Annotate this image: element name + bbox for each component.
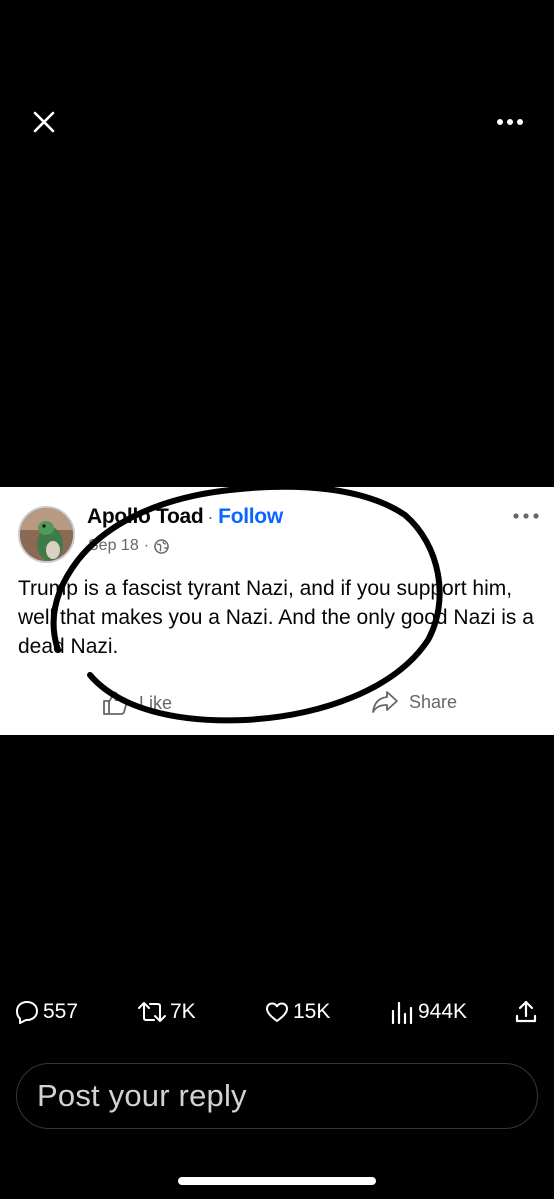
post-text: Trump is a fascist tyrant Nazi, and if y… [18,577,534,658]
like-count: 15K [293,1000,331,1023]
view-count: 944K [418,1000,468,1023]
reply-count: 557 [43,1000,79,1023]
view-count-button[interactable]: 944K [389,996,467,1028]
post-date[interactable]: Sep 18 [88,537,139,555]
repost-count: 7K [170,1000,196,1023]
bar-chart-icon [391,1001,413,1025]
upload-share-icon [515,1000,537,1023]
share-arrow-icon [372,691,398,713]
author-name[interactable]: Apollo Toad [87,505,204,528]
post-meta: Sep 18 · [88,537,169,555]
repost-count-button[interactable]: 7K [137,996,196,1028]
close-icon [33,111,55,133]
home-indicator[interactable] [178,1177,376,1185]
follow-link[interactable]: Follow [218,505,283,528]
comment-bubble-icon [16,1001,38,1024]
share-action[interactable]: Share [371,690,457,714]
author-separator: · [207,507,214,527]
like-action[interactable]: Like [102,690,172,716]
date-separator: · [143,537,150,554]
post-card-more-button[interactable] [509,506,543,526]
reply-input[interactable]: Post your reply [16,1063,538,1129]
author-avatar [18,506,75,563]
like-label: Like [139,692,173,713]
like-count-button[interactable]: 15K [264,996,330,1028]
globe-icon [154,538,169,554]
share-button[interactable] [512,996,540,1028]
more-horizontal-icon [497,119,523,125]
reply-count-button[interactable]: 557 [14,996,78,1028]
more-options-button[interactable] [492,108,528,136]
close-button[interactable] [26,104,62,140]
share-label: Share [409,691,458,712]
reply-placeholder: Post your reply [37,1078,247,1113]
heart-icon [266,1002,288,1022]
more-horizontal-icon [513,513,539,519]
thumbs-up-icon [103,691,128,715]
post-author-line: Apollo Toad · Follow [87,505,283,529]
repost-icon [138,1002,166,1022]
